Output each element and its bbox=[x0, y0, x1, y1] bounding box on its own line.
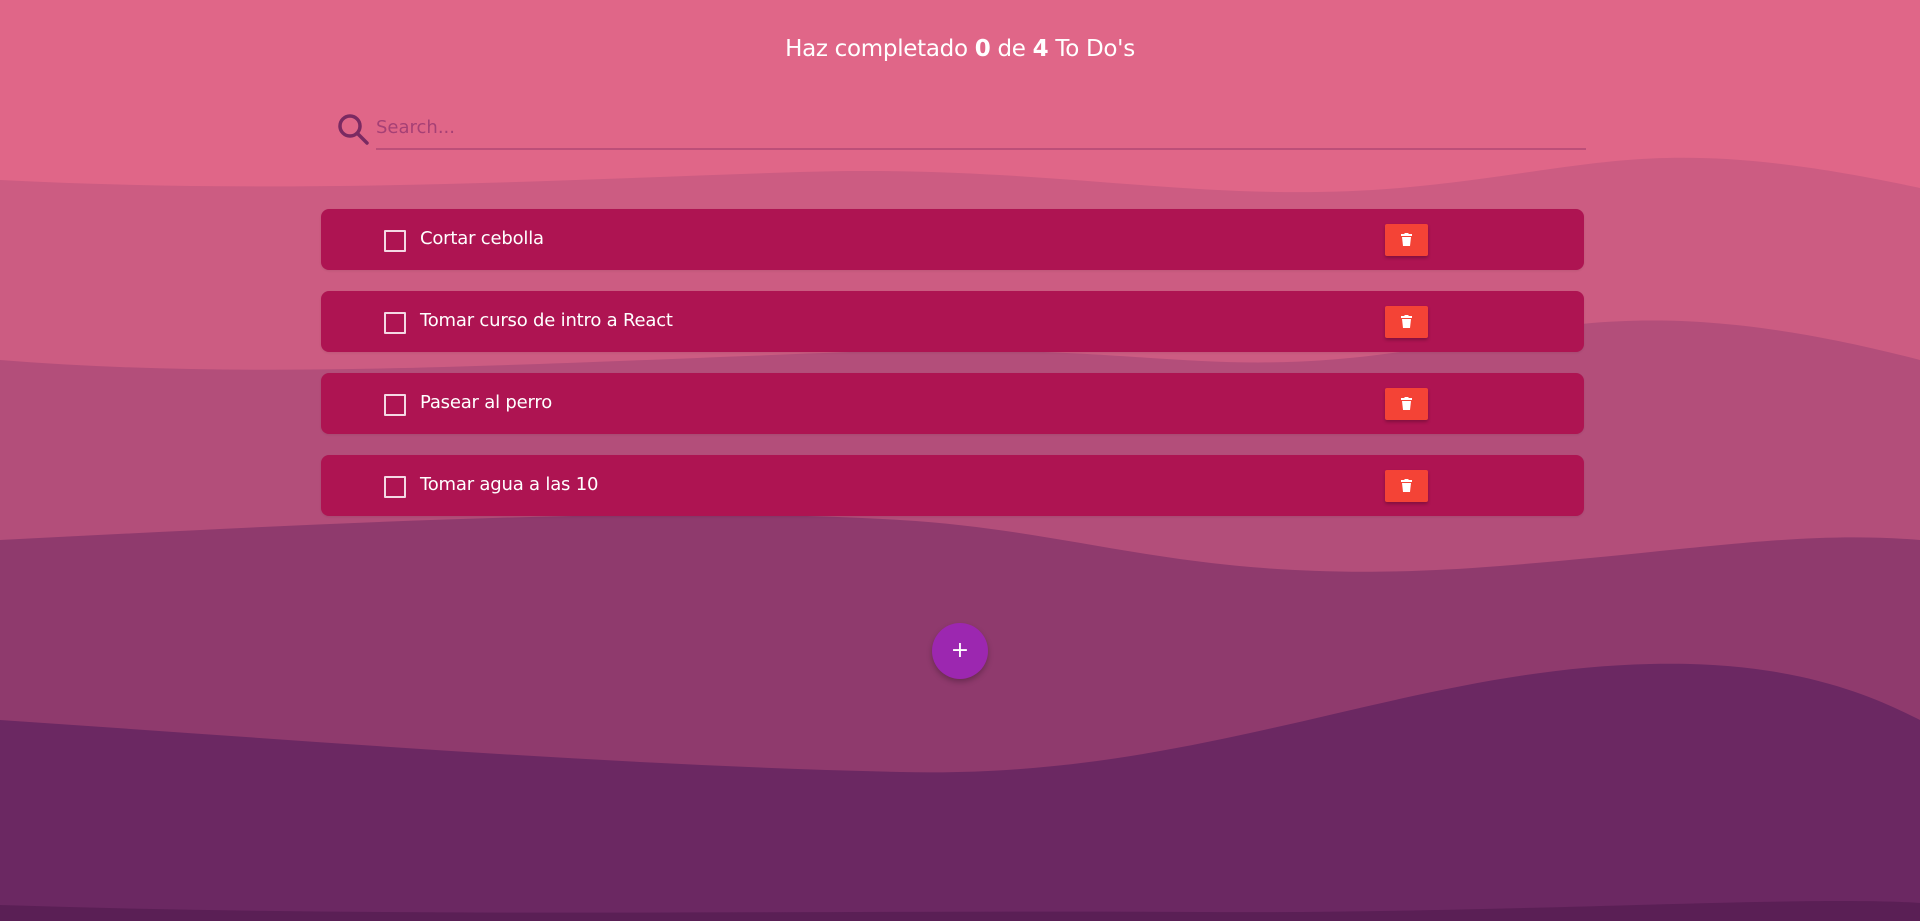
todo-text: Tomar agua a las 10 bbox=[420, 474, 599, 495]
search-bar bbox=[336, 110, 1586, 150]
delete-button[interactable] bbox=[1385, 306, 1428, 338]
todo-checkbox[interactable] bbox=[384, 312, 406, 334]
todo-item: Cortar cebolla bbox=[321, 209, 1584, 270]
todo-item: Tomar curso de intro a React bbox=[321, 291, 1584, 352]
search-icon bbox=[338, 114, 369, 145]
todo-app: Haz completado 0 de 4 To Do's Cortar ceb… bbox=[0, 0, 1920, 921]
counter-prefix: Haz completado bbox=[785, 36, 968, 62]
todo-text: Pasear al perro bbox=[420, 392, 553, 413]
trash-icon bbox=[1401, 397, 1412, 410]
counter-suffix: To Do's bbox=[1055, 36, 1135, 62]
trash-icon bbox=[1401, 233, 1412, 246]
trash-icon bbox=[1401, 315, 1412, 328]
todo-checkbox[interactable] bbox=[384, 394, 406, 416]
todo-list: Cortar cebolla Tomar curso de intro a Re… bbox=[321, 209, 1584, 537]
add-todo-button[interactable]: + bbox=[932, 623, 988, 679]
todo-item: Tomar agua a las 10 bbox=[321, 455, 1584, 516]
todo-counter: Haz completado 0 de 4 To Do's bbox=[0, 36, 1920, 62]
search-input[interactable] bbox=[376, 110, 1586, 150]
todo-checkbox[interactable] bbox=[384, 476, 406, 498]
total-count: 4 bbox=[1032, 36, 1049, 62]
completed-count: 0 bbox=[974, 36, 991, 62]
todo-item: Pasear al perro bbox=[321, 373, 1584, 434]
todo-checkbox[interactable] bbox=[384, 230, 406, 252]
delete-button[interactable] bbox=[1385, 470, 1428, 502]
delete-button[interactable] bbox=[1385, 388, 1428, 420]
delete-button[interactable] bbox=[1385, 224, 1428, 256]
todo-text: Cortar cebolla bbox=[420, 228, 544, 249]
todo-text: Tomar curso de intro a React bbox=[420, 310, 673, 331]
trash-icon bbox=[1401, 479, 1412, 492]
counter-middle: de bbox=[997, 36, 1026, 62]
